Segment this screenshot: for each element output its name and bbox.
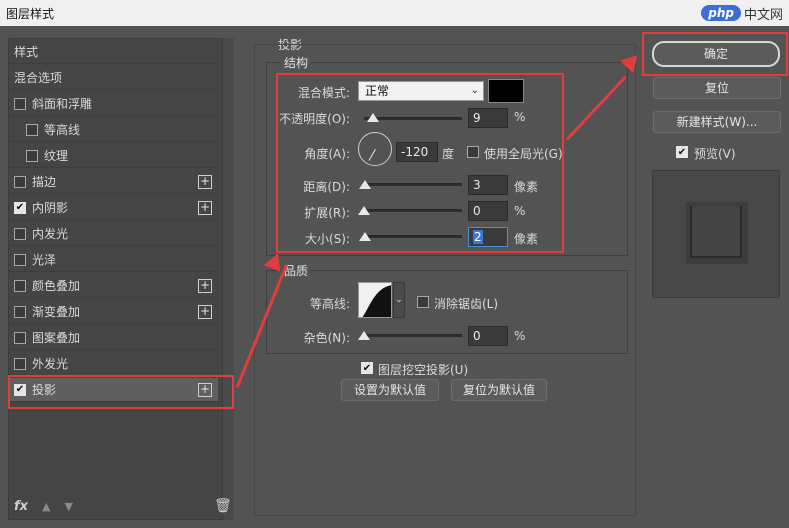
annotation-box-ok	[642, 32, 788, 76]
set-default-button[interactable]: 设置为默认值	[341, 379, 439, 401]
noise-slider-track[interactable]	[364, 334, 462, 337]
style-item[interactable]: 混合选项	[8, 66, 218, 90]
style-item[interactable]: 颜色叠加 +	[8, 274, 218, 298]
noise-unit: %	[514, 329, 526, 343]
new-style-button[interactable]: 新建样式(W)...	[653, 111, 781, 133]
style-item-checkbox[interactable]	[14, 227, 26, 240]
style-item-checkbox[interactable]	[14, 305, 26, 318]
preview-label: 预览(V)	[694, 147, 736, 161]
window-title: 图层样式	[6, 7, 55, 21]
knockout-label: 图层挖空投影(U)	[378, 363, 469, 377]
styles-list-scrollbar[interactable]	[222, 38, 234, 520]
style-item-label: 颜色叠加	[32, 279, 81, 293]
style-item-label: 样式	[14, 45, 39, 59]
style-item[interactable]: 内发光	[8, 222, 218, 246]
check-icon: ✔	[15, 202, 25, 213]
site-logo: php 中文网	[701, 2, 783, 24]
style-item-label: 内发光	[32, 227, 69, 241]
preview-swatch	[686, 202, 748, 264]
preview-checkbox[interactable]: ✔	[676, 146, 688, 158]
structure-title: 结构	[281, 54, 312, 71]
logo-suffix: 中文网	[743, 7, 783, 23]
style-item-label: 描边	[32, 175, 57, 189]
style-item-label: 光泽	[32, 253, 57, 267]
antialias-label: 消除锯齿(L)	[434, 297, 499, 311]
preview-thumbnail	[652, 170, 780, 298]
move-up-icon[interactable]: ▲	[42, 500, 50, 513]
style-item[interactable]: 描边 +	[8, 170, 218, 194]
check-icon: ✔	[362, 362, 372, 374]
add-effect-icon[interactable]: +	[198, 201, 212, 215]
style-item-label: 混合选项	[14, 71, 63, 85]
logo-php: php	[701, 5, 741, 21]
style-item-checkbox[interactable]	[14, 97, 26, 110]
style-item[interactable]: 样式	[8, 40, 218, 64]
style-item-checkbox[interactable]	[26, 123, 38, 136]
contour-preview[interactable]	[358, 282, 392, 318]
style-item-label: 等高线	[44, 123, 81, 137]
style-item-checkbox[interactable]	[14, 279, 26, 292]
contour-dropdown-chevron-icon[interactable]: ⌄	[393, 282, 405, 318]
style-item-label: 内阴影	[32, 201, 69, 215]
styles-list-toolbar: fx ▲ ▼	[14, 496, 73, 516]
add-effect-icon[interactable]: +	[198, 305, 212, 319]
reset-default-button[interactable]: 复位为默认值	[451, 379, 547, 401]
fx-icon[interactable]: fx	[14, 499, 28, 514]
add-effect-icon[interactable]: +	[198, 279, 212, 293]
style-item-label: 外发光	[32, 357, 69, 371]
add-effect-icon[interactable]: +	[198, 175, 212, 189]
style-item-checkbox[interactable]	[14, 331, 26, 344]
noise-label: 杂色(N):	[303, 331, 350, 345]
knockout-checkbox[interactable]: ✔	[361, 362, 373, 374]
reset-button[interactable]: 复位	[653, 77, 781, 99]
style-item[interactable]: 斜面和浮雕	[8, 92, 218, 116]
title-bar: 图层样式 php 中文网	[0, 0, 789, 26]
annotation-box-structure	[276, 73, 564, 253]
style-item-label: 斜面和浮雕	[32, 97, 93, 111]
style-item-checkbox[interactable]	[26, 149, 38, 162]
noise-slider-thumb[interactable]	[358, 331, 370, 340]
contour-curve-icon	[362, 285, 391, 317]
contour-label: 等高线:	[309, 297, 350, 311]
check-icon: ✔	[677, 146, 687, 158]
style-item-label: 纹理	[44, 149, 69, 163]
preview-shadow-shape	[690, 206, 742, 258]
style-item[interactable]: 渐变叠加 +	[8, 300, 218, 324]
style-item-checkbox[interactable]	[14, 357, 26, 370]
trash-icon[interactable]: 🗑	[214, 498, 232, 514]
style-item[interactable]: ✔ 内阴影 +	[8, 196, 218, 220]
noise-input[interactable]: 0	[468, 326, 508, 346]
style-item[interactable]: 光泽	[8, 248, 218, 272]
style-item-checkbox[interactable]	[14, 175, 26, 188]
antialias-checkbox[interactable]	[417, 296, 429, 308]
style-item[interactable]: 等高线	[8, 118, 218, 142]
style-item-label: 图案叠加	[32, 331, 81, 345]
style-item-checkbox[interactable]	[14, 253, 26, 266]
style-item[interactable]: 图案叠加	[8, 326, 218, 350]
move-down-icon[interactable]: ▼	[65, 500, 73, 513]
style-item[interactable]: 外发光	[8, 352, 218, 376]
style-item-checkbox[interactable]: ✔	[14, 201, 26, 214]
style-item-label: 渐变叠加	[32, 305, 81, 319]
style-item[interactable]: 纹理	[8, 144, 218, 168]
annotation-box-drop-shadow	[8, 375, 234, 409]
